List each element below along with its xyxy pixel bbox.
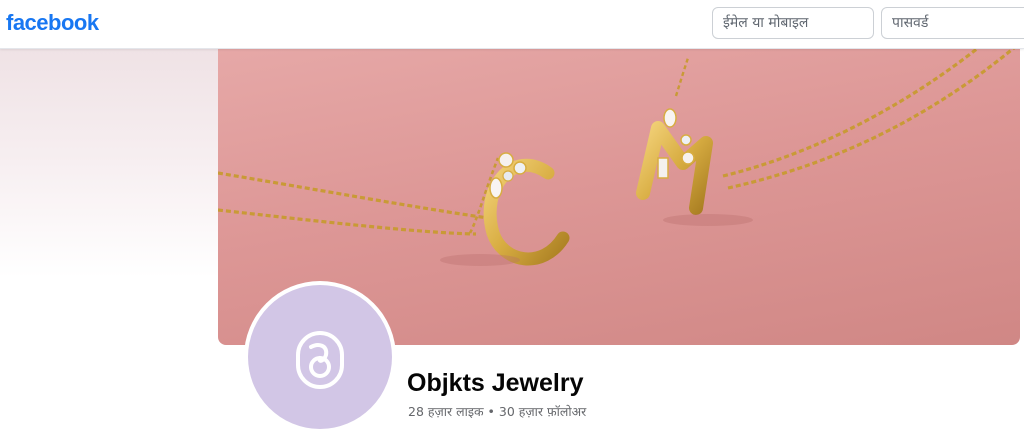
email-or-mobile-input[interactable] bbox=[712, 7, 874, 39]
objkts-logo-icon bbox=[296, 331, 344, 389]
page-title: Objkts Jewelry bbox=[407, 369, 584, 397]
top-navigation-bar: facebook bbox=[0, 0, 1024, 49]
likes-followers-count: 28 हज़ार लाइक • 30 हज़ार फ़ॉलोअर bbox=[408, 404, 587, 419]
profile-picture[interactable] bbox=[244, 281, 396, 433]
avatar bbox=[248, 285, 392, 429]
cover-side-gradient bbox=[0, 48, 218, 278]
password-input[interactable] bbox=[881, 7, 1024, 39]
facebook-logo[interactable]: facebook bbox=[6, 10, 99, 36]
